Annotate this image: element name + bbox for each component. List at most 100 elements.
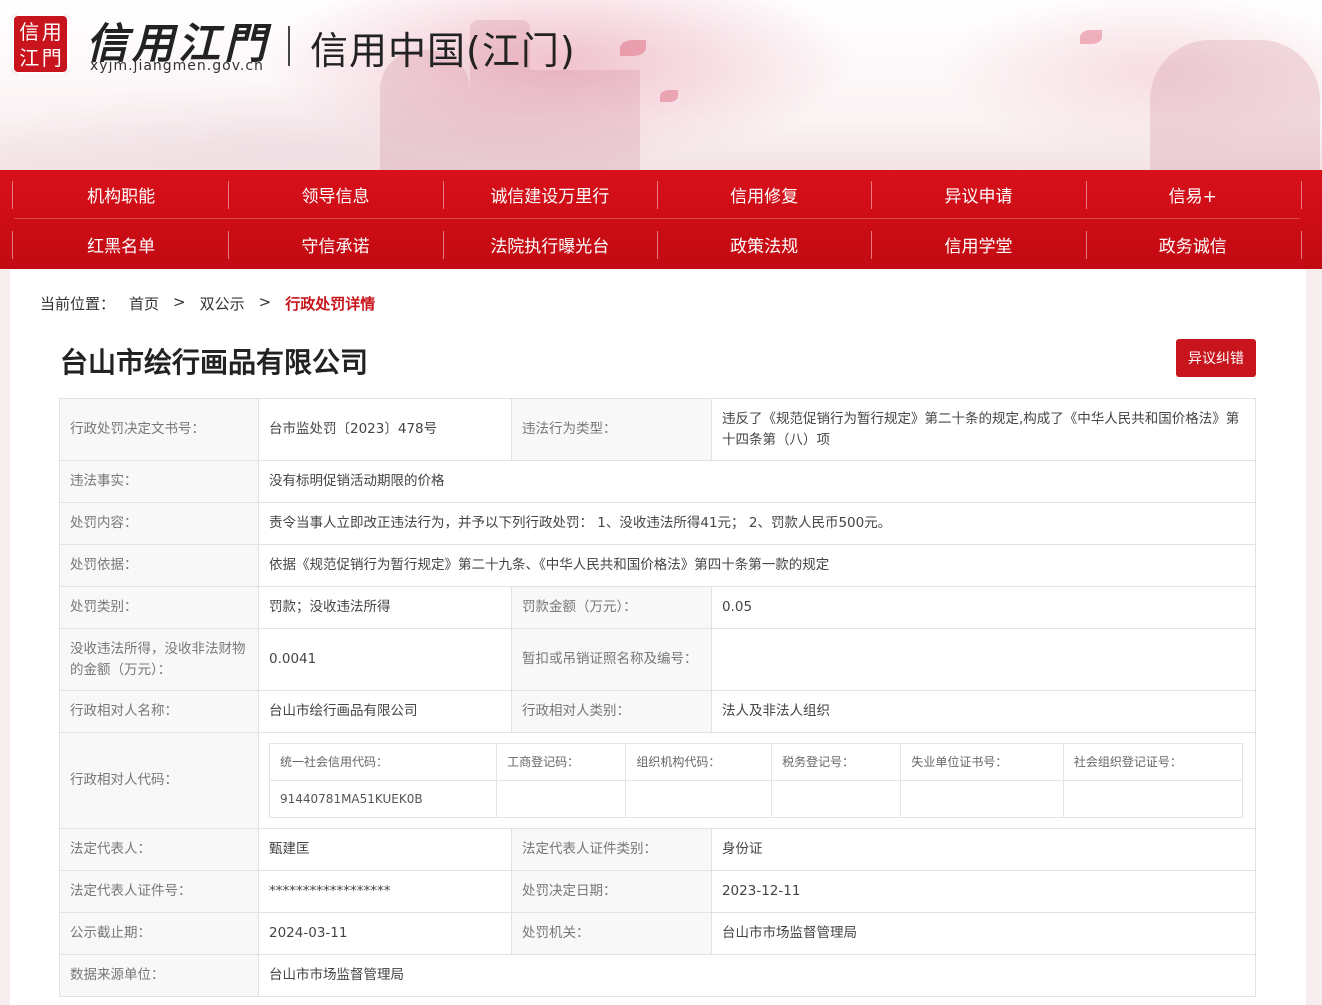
nav-item-policy[interactable]: 政策法规 xyxy=(656,220,871,269)
nav-item-institution[interactable]: 机构职能 xyxy=(14,170,228,218)
brand-divider xyxy=(288,26,290,66)
table-row: 处罚依据： 依据《规范促销行为暂行规定》第二十九条、《中华人民共和国价格法》第四… xyxy=(59,544,1256,587)
breadcrumb: 当前位置： 首页 > 双公示 > 行政处罚详情 xyxy=(40,293,389,314)
breadcrumb-current: 行政处罚详情 xyxy=(285,295,376,313)
breadcrumb-double-publicity[interactable]: 双公示 xyxy=(200,293,245,314)
legal-rep-value: 甄建匡 xyxy=(258,828,512,871)
penalty-category-label: 处罚类别： xyxy=(59,586,259,629)
main-nav: 机构职能 领导信息 诚信建设万里行 信用修复 异议申请 信易+ 红黑名单 守信承… xyxy=(0,170,1322,269)
confiscated-amount-value: 0.0041 xyxy=(258,628,512,691)
table-row: 行政相对人名称： 台山市绘行画品有限公司 行政相对人类别： 法人及非法人组织 xyxy=(59,690,1257,733)
table-row: 91440781MA51KUEK0B xyxy=(268,780,1244,818)
fine-amount-value: 0.05 xyxy=(710,586,1257,629)
party-type-label: 行政相对人类别： xyxy=(510,690,712,733)
nav-item-objection[interactable]: 异议申请 xyxy=(871,170,1085,218)
facts-value: 没有标明促销活动期限的价格 xyxy=(258,460,1256,503)
seal-char: 信 xyxy=(19,20,40,44)
authority-value: 台山市市场监督管理局 xyxy=(710,912,1257,955)
nav-item-court-exposure[interactable]: 法院执行曝光台 xyxy=(442,220,657,269)
legal-rep-id-no-value: ****************** xyxy=(258,870,512,913)
table-row: 行政处罚决定文书号： 台市监处罚〔2023〕478号 违法行为类型： 违反了《规… xyxy=(59,398,1257,461)
decor-petal xyxy=(620,40,646,56)
legal-rep-id-no-label: 法定代表人证件号： xyxy=(59,870,259,913)
table-row: 处罚类别： 罚款；没收违法所得 罚款金额（万元）： 0.05 xyxy=(59,586,1257,629)
code-value-unemployment-cert xyxy=(900,780,1064,818)
party-name-label: 行政相对人名称： xyxy=(59,690,259,733)
decision-no-label: 行政处罚决定文书号： xyxy=(59,398,259,461)
table-row: 没收违法所得，没收非法财物的金额（万元）： 0.0041 暂扣或吊销证照名称及编… xyxy=(59,628,1257,691)
penalty-detail-table: 行政处罚决定文书号： 台市监处罚〔2023〕478号 违法行为类型： 违反了《规… xyxy=(59,398,1257,997)
seal-char: 江 xyxy=(19,46,40,70)
table-row: 法定代表人： 甄建匡 法定代表人证件类别： 身份证 xyxy=(59,828,1257,871)
nav-row-1: 机构职能 领导信息 诚信建设万里行 信用修复 异议申请 信易+ xyxy=(12,170,1302,219)
nav-item-credit-school[interactable]: 信用学堂 xyxy=(871,220,1085,269)
code-header-tax-reg: 税务登记号： xyxy=(771,743,902,781)
table-row: 数据来源单位： 台山市市场监督管理局 xyxy=(59,954,1256,997)
objection-button[interactable]: 异议纠错 xyxy=(1176,339,1256,377)
penalty-basis-value: 依据《规范促销行为暂行规定》第二十九条、《中华人民共和国价格法》第四十条第一款的… xyxy=(258,544,1256,587)
code-header-unemployment-cert: 失业单位证书号： xyxy=(900,743,1064,781)
nav-item-commitment[interactable]: 守信承诺 xyxy=(228,220,442,269)
code-value-uscc: 91440781MA51KUEK0B xyxy=(268,780,498,818)
code-value-business-reg xyxy=(496,780,627,818)
license-value xyxy=(710,628,1257,691)
table-row: 统一社会信用代码： 工商登记码： 组织机构代码： 税务登记号： 失业单位证书号：… xyxy=(268,743,1244,781)
legal-rep-label: 法定代表人： xyxy=(59,828,259,871)
breadcrumb-home[interactable]: 首页 xyxy=(129,293,159,314)
site-subtitle: 信用中国(江门) xyxy=(310,29,576,73)
site-logo-seal[interactable]: 信 用 江 門 xyxy=(12,14,69,74)
confiscated-amount-label: 没收违法所得，没收非法财物的金额（万元）： xyxy=(59,628,259,691)
table-row: 违法事实： 没有标明促销活动期限的价格 xyxy=(59,460,1256,503)
seal-char: 用 xyxy=(41,20,62,44)
table-row: 法定代表人证件号： ****************** 处罚决定日期： 202… xyxy=(59,870,1257,913)
party-code-table: 统一社会信用代码： 工商登记码： 组织机构代码： 税务登记号： 失业单位证书号：… xyxy=(268,743,1244,818)
table-row: 处罚内容： 责令当事人立即改正违法行为，并予以下列行政处罚： 1、没收违法所得4… xyxy=(59,502,1256,545)
publicity-end-value: 2024-03-11 xyxy=(258,912,512,955)
main-content: 当前位置： 首页 > 双公示 > 行政处罚详情 台山市绘行画品有限公司 异议纠错… xyxy=(10,269,1306,1005)
nav-item-credit-repair[interactable]: 信用修复 xyxy=(656,170,871,218)
company-title: 台山市绘行画品有限公司 xyxy=(60,346,369,379)
decision-no-value: 台市监处罚〔2023〕478号 xyxy=(258,398,512,461)
fine-amount-label: 罚款金额（万元）： xyxy=(510,586,712,629)
data-source-value: 台山市市场监督管理局 xyxy=(258,954,1256,997)
decor-petal xyxy=(1080,30,1102,44)
nav-item-leadership[interactable]: 领导信息 xyxy=(228,170,442,218)
publicity-end-label: 公示截止期： xyxy=(59,912,259,955)
decor-building xyxy=(1150,40,1320,170)
legal-rep-id-type-label: 法定代表人证件类别： xyxy=(510,828,712,871)
penalty-content-label: 处罚内容： xyxy=(59,502,259,545)
legal-rep-id-type-value: 身份证 xyxy=(710,828,1257,871)
decision-date-label: 处罚决定日期： xyxy=(510,870,712,913)
code-header-org-code: 组织机构代码： xyxy=(625,743,773,781)
penalty-category-value: 罚款；没收违法所得 xyxy=(258,586,512,629)
decor-petal xyxy=(660,90,678,102)
nav-item-gov-integrity[interactable]: 政务诚信 xyxy=(1085,220,1300,269)
site-header: 信 用 江 門 信用江門 xyjm.jiangmen.gov.cn 信用中国(江… xyxy=(0,0,1322,170)
breadcrumb-separator: > xyxy=(258,293,272,311)
authority-label: 处罚机关： xyxy=(510,912,712,955)
party-code-cell: 统一社会信用代码： 工商登记码： 组织机构代码： 税务登记号： 失业单位证书号：… xyxy=(258,732,1256,829)
code-header-business-reg: 工商登记码： xyxy=(496,743,627,781)
code-value-tax-reg xyxy=(771,780,902,818)
party-name-value: 台山市绘行画品有限公司 xyxy=(258,690,512,733)
decision-date-value: 2023-12-11 xyxy=(710,870,1257,913)
violation-type-label: 违法行为类型： xyxy=(510,398,712,461)
violation-type-value: 违反了《规范促销行为暂行规定》第二十条的规定,构成了《中华人民共和国价格法》第十… xyxy=(710,398,1257,461)
nav-item-integrity-campaign[interactable]: 诚信建设万里行 xyxy=(442,170,657,218)
nav-item-red-black-list[interactable]: 红黑名单 xyxy=(14,220,228,269)
party-type-value: 法人及非法人组织 xyxy=(710,690,1257,733)
breadcrumb-separator: > xyxy=(173,293,186,311)
brand-domain: xyjm.jiangmen.gov.cn xyxy=(90,58,264,74)
party-code-label: 行政相对人代码： xyxy=(59,732,259,829)
nav-item-xinyi-plus[interactable]: 信易+ xyxy=(1085,170,1300,218)
decor-building xyxy=(530,70,640,170)
code-header-uscc: 统一社会信用代码： xyxy=(268,743,498,781)
license-label: 暂扣或吊销证照名称及编号： xyxy=(510,628,712,691)
penalty-content-value: 责令当事人立即改正违法行为，并予以下列行政处罚： 1、没收违法所得41元； 2、… xyxy=(258,502,1256,545)
data-source-label: 数据来源单位： xyxy=(59,954,259,997)
code-value-org-code xyxy=(625,780,773,818)
seal-char: 門 xyxy=(41,46,62,70)
table-row: 行政相对人代码： 统一社会信用代码： 工商登记码： 组织机构代码： 税务登记号：… xyxy=(59,732,1256,829)
facts-label: 违法事实： xyxy=(59,460,259,503)
penalty-basis-label: 处罚依据： xyxy=(59,544,259,587)
